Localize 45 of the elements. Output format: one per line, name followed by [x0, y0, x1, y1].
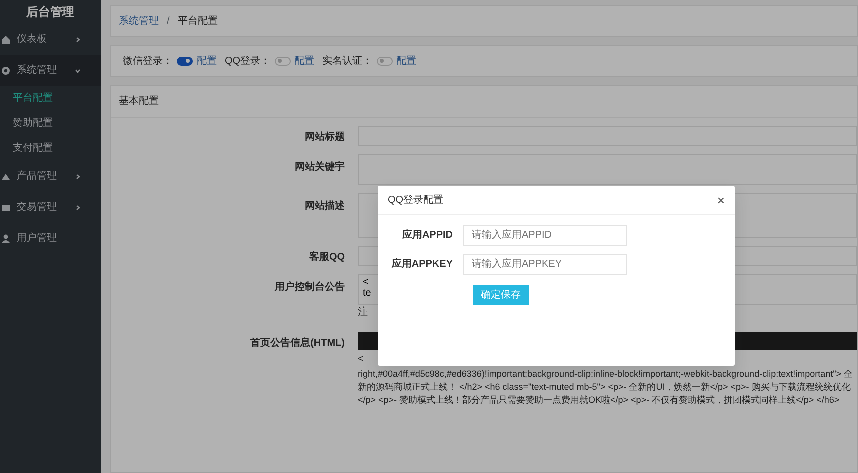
- field-label: 应用APPKEY: [390, 257, 454, 272]
- switch-label: 实名认证：: [322, 54, 373, 68]
- field-label: 网站描述: [304, 200, 346, 214]
- help-text: 注: [358, 306, 369, 320]
- field-label: 客服QQ: [308, 250, 346, 265]
- breadcrumb-current: 平台配置: [178, 14, 218, 28]
- config-link[interactable]: 配置: [294, 54, 315, 68]
- breadcrumb-link[interactable]: 系统管理: [119, 14, 159, 28]
- field-label: 应用APPID: [401, 228, 454, 243]
- sidebar-item[interactable]: 仪表板: [0, 24, 101, 55]
- code-text: <: [358, 354, 364, 366]
- chevron-right-icon: [75, 174, 81, 180]
- chevron-right-icon: [75, 36, 81, 42]
- field-label: 用户控制台公告: [274, 280, 346, 295]
- modal-title: QQ登录配置: [388, 194, 444, 208]
- toggle-switch[interactable]: [177, 56, 193, 66]
- sidebar-title: 后台管理: [26, 4, 76, 21]
- card-icon: [2, 202, 11, 212]
- close-button[interactable]: ×: [717, 194, 725, 206]
- sidebar-subitem[interactable]: 支付配置: [0, 136, 101, 161]
- home-icon: [2, 34, 11, 44]
- gear-icon: [2, 66, 11, 76]
- triangle-icon: [2, 172, 11, 182]
- sidebar-item[interactable]: 用户管理: [0, 223, 101, 254]
- field-label: 网站标题: [304, 130, 346, 145]
- text-area[interactable]: [358, 154, 857, 185]
- chevron-right-icon: [75, 204, 81, 210]
- config-link[interactable]: 配置: [197, 54, 217, 68]
- input-field[interactable]: 请输入应用APPKEY: [463, 254, 627, 275]
- breadcrumb-separator: /: [167, 14, 170, 28]
- field-label: 网站关键宇: [294, 160, 346, 175]
- input-field[interactable]: 请输入应用APPID: [463, 225, 627, 246]
- switch-label: QQ登录：: [225, 54, 271, 68]
- switch-label: 微信登录：: [123, 54, 173, 68]
- code-text: right,#00a4ff,#d5c98c,#ed6336)!important;background-clip:inline-block!important;-webkit-background-clip:text!important"> 全新的源码商城正式上线！ </h2> <h6 class="text-muted mb-5"> <p>- 全新的UI，焕然一新</p> <p>- 购买与下载流程统统优化</p> <p>- 赞助模式上线！部分产品只需要赞助一点费用就OK啦</p> <p>- 不仅有赞助模式，拼团模式同样上线</p> </h6>: [358, 368, 854, 407]
- sidebar-subitem[interactable]: 赞助配置: [0, 111, 101, 136]
- field-label: 首页公告信息(HTML): [250, 336, 346, 351]
- chevron-down-icon: [75, 68, 81, 74]
- sidebar-item[interactable]: 交易管理: [0, 192, 101, 223]
- config-link[interactable]: 配置: [396, 54, 417, 68]
- sidebar-subitem[interactable]: 平台配置: [0, 86, 101, 111]
- sidebar-item[interactable]: 系统管理: [0, 55, 101, 86]
- sidebar-item[interactable]: 产品管理: [0, 161, 101, 192]
- panel-title: 基本配置: [119, 94, 159, 109]
- user-icon: [2, 234, 11, 244]
